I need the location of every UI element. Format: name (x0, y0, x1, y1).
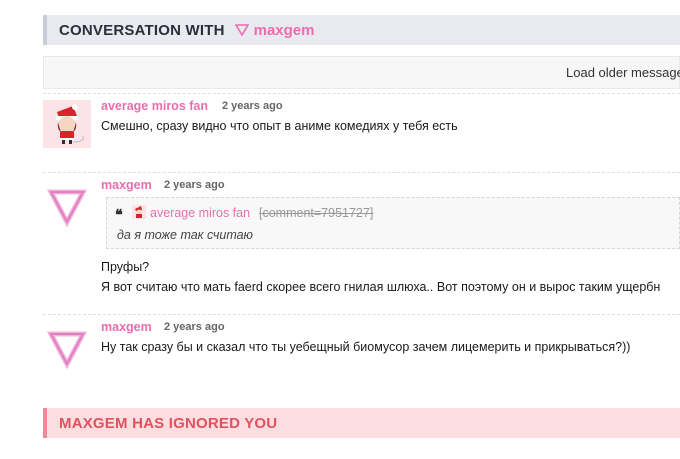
load-older-bar: Load older message (43, 56, 680, 89)
header-title: CONVERSATION WITH (59, 21, 225, 39)
pink-triangle-icon (234, 24, 249, 37)
quote-icon: ❛❛ (115, 206, 123, 224)
avatar[interactable] (43, 100, 91, 148)
comment-author[interactable]: maxgem (101, 320, 152, 334)
quote-author[interactable]: average miros fan (150, 206, 250, 220)
comment-time: 2 years ago (164, 321, 225, 333)
comment-text: Пруфы? (101, 260, 150, 274)
santa-avatar-icon (56, 104, 84, 144)
comment-author[interactable]: maxgem (101, 178, 152, 192)
divider (43, 172, 680, 173)
divider (43, 93, 680, 94)
comment-text: Я вот считаю что мать faerd скорее всего… (101, 280, 661, 294)
pink-triangle-avatar[interactable] (43, 324, 91, 372)
header-username[interactable]: maxgem (254, 22, 315, 39)
comment-time: 2 years ago (222, 100, 283, 112)
quote-text: да я тоже так считаю (117, 228, 253, 242)
quote-avatar (132, 205, 146, 219)
conversation-header: CONVERSATION WITH maxgem (43, 15, 680, 45)
ignored-banner: MAXGEM HAS IGNORED YOU (43, 408, 680, 438)
comment-text: Смешно, сразу видно что опыт в аниме ком… (101, 119, 458, 133)
ignored-label: MAXGEM HAS IGNORED YOU (59, 414, 278, 432)
comment-author[interactable]: average miros fan (101, 99, 208, 113)
load-older-button[interactable]: Load older message (566, 65, 680, 80)
quoted-comment: ❛❛ average miros fan [comment=7951727] д… (106, 197, 680, 249)
pink-triangle-avatar[interactable] (43, 182, 91, 230)
quote-reference: [comment=7951727] (259, 206, 374, 220)
santa-avatar-icon (135, 206, 142, 218)
comment-time: 2 years ago (164, 179, 225, 191)
divider (43, 314, 680, 315)
comment-text: Ну так сразу бы и сказал что ты уебещный… (101, 340, 631, 354)
